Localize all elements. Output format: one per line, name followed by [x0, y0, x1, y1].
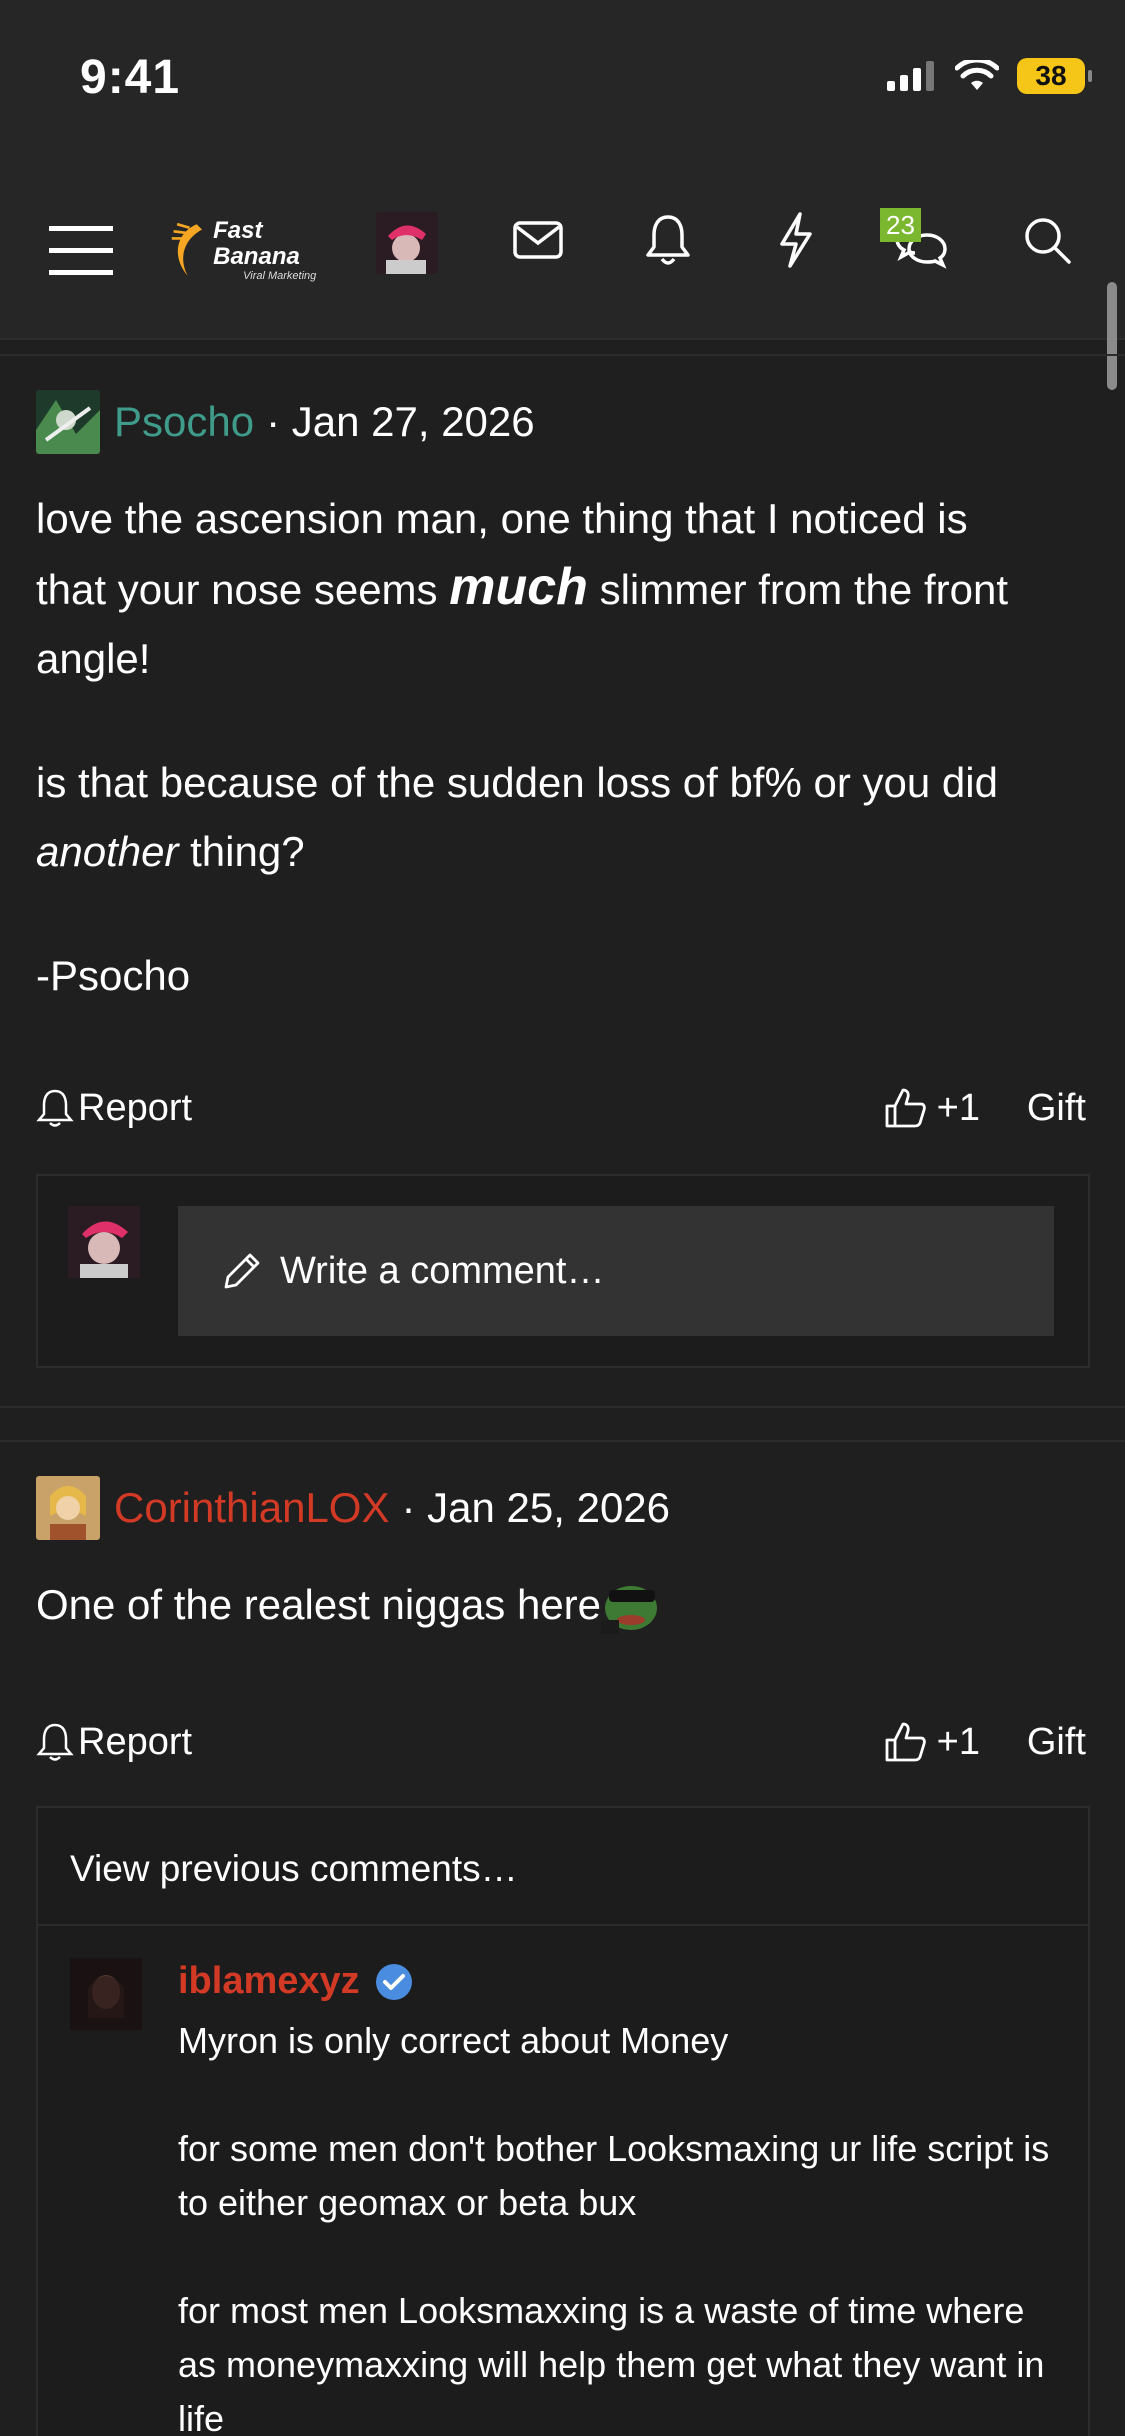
bell-icon — [646, 215, 690, 265]
divider — [0, 1406, 1125, 1408]
post-username[interactable]: Psocho — [114, 398, 254, 446]
post-text-line: angle! — [36, 635, 151, 682]
pencil-icon — [224, 1253, 260, 1289]
post-text-line: that your nose seems much slimmer from t… — [36, 558, 1008, 616]
reply-paragraph: Myron is only correct about Money — [178, 2020, 729, 2061]
reply-body: Myron is only correct about Money for so… — [178, 2014, 1058, 2436]
verified-badge-icon — [375, 1963, 412, 2000]
reply-paragraph: for some men don't bother Looksmaxing ur… — [178, 2128, 1050, 2223]
report-button[interactable]: Report — [36, 1721, 192, 1764]
like-button[interactable]: +1 — [883, 1086, 980, 1130]
view-previous-comments-link[interactable]: View previous comments… — [70, 1848, 518, 1890]
post-body: love the ascension man, one thing that I… — [36, 484, 1086, 1010]
logo-title: Fast Banana — [213, 217, 300, 270]
user-avatar[interactable] — [376, 212, 438, 274]
post-actions: Report +1 Gift — [36, 1712, 1090, 1772]
report-label: Report — [78, 1086, 193, 1129]
status-icons: 38 — [887, 58, 1092, 94]
whats-new-button[interactable] — [762, 200, 828, 280]
post-date[interactable]: · Jan 27, 2026 — [266, 398, 535, 446]
page-scrollbar[interactable] — [1107, 282, 1117, 390]
post-actions: Report +1 Gift — [36, 1078, 1090, 1138]
bell-icon — [36, 1723, 74, 1761]
lightning-icon — [780, 212, 812, 268]
status-bar: 9:41 38 — [0, 0, 1125, 160]
thumbs-up-icon — [885, 1088, 926, 1128]
write-comment-input[interactable]: Write a comment… — [178, 1206, 1054, 1336]
search-icon — [1025, 218, 1071, 264]
post-signature: -Psocho — [36, 952, 191, 999]
pepe-emoji-icon — [601, 1585, 658, 1634]
gift-button[interactable]: Gift — [1027, 1087, 1086, 1130]
like-button[interactable]: +1 — [883, 1720, 980, 1764]
comment-composer: Write a comment… — [36, 1174, 1090, 1368]
logo-subtitle: Viral Marketing — [243, 270, 317, 282]
user-avatar — [68, 1206, 140, 1278]
reply-username[interactable]: iblamexyz — [178, 1960, 414, 2003]
gift-button[interactable]: Gift — [1027, 1721, 1086, 1764]
bell-icon — [36, 1089, 74, 1127]
report-button[interactable]: Report — [36, 1087, 192, 1130]
status-time: 9:41 — [80, 51, 181, 104]
battery-indicator: 38 — [1017, 58, 1092, 94]
report-label: Report — [78, 1720, 193, 1763]
search-button[interactable] — [1014, 200, 1080, 280]
user-avatar[interactable] — [36, 1476, 100, 1540]
divider — [38, 1924, 1088, 1926]
mail-icon — [513, 221, 563, 259]
post-date[interactable]: · Jan 25, 2026 — [401, 1484, 670, 1532]
like-count: +1 — [936, 1720, 980, 1763]
user-avatar[interactable] — [36, 390, 100, 454]
post-body: One of the realest niggas here — [36, 1570, 1086, 1639]
user-avatar[interactable] — [70, 1958, 142, 2030]
post-text-line: love the ascension man, one thing that I… — [36, 495, 968, 542]
comments-panel: View previous comments… iblamexyz Myron … — [36, 1806, 1090, 2436]
divider — [0, 1440, 1125, 1442]
reply-paragraph: for most men Looksmaxxing is a waste of … — [178, 2290, 1045, 2436]
post-text-line: another thing? — [36, 828, 305, 875]
post-header: CorinthianLOX · Jan 25, 2026 — [36, 1476, 670, 1540]
post-text-line: is that because of the sudden loss of bf… — [36, 759, 998, 806]
thumbs-up-icon — [885, 1722, 926, 1762]
signal-icon — [887, 61, 934, 91]
hamburger-icon — [49, 226, 113, 275]
post-text-line: One of the realest niggas here — [36, 1581, 602, 1628]
wifi-icon — [955, 60, 999, 90]
alerts-button[interactable] — [635, 200, 701, 280]
menu-button[interactable] — [46, 210, 116, 290]
conversations-badge: 23 — [880, 208, 921, 242]
inbox-button[interactable] — [505, 200, 571, 280]
site-logo[interactable]: Fast Banana Viral Marketing — [170, 210, 340, 290]
post-username[interactable]: CorinthianLOX — [114, 1484, 389, 1532]
reply-username-text: iblamexyz — [178, 1960, 360, 2002]
like-count: +1 — [936, 1086, 980, 1129]
divider — [0, 354, 1125, 356]
comment-placeholder: Write a comment… — [280, 1249, 605, 1292]
post-header: Psocho · Jan 27, 2026 — [36, 390, 535, 454]
banana-logo-icon — [171, 222, 203, 276]
